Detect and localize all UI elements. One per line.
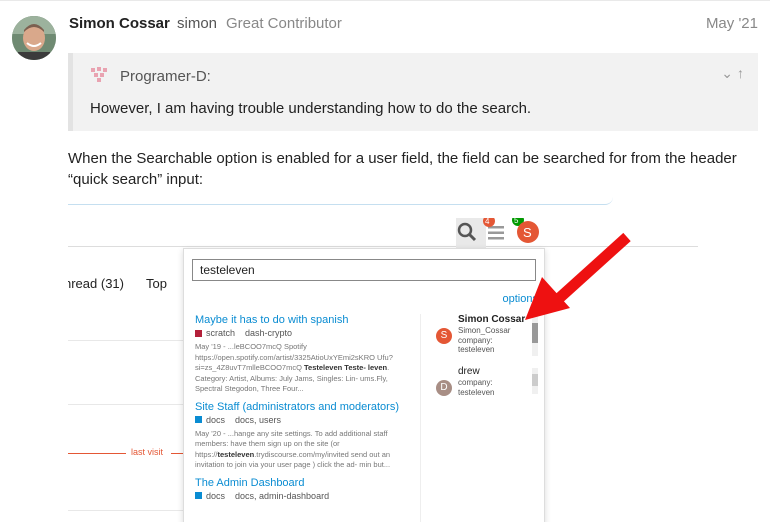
result-title[interactable]: The Admin Dashboard (195, 477, 407, 490)
category-name[interactable]: docs (206, 414, 225, 426)
category-color-badge (195, 416, 202, 423)
topic-row-divider (68, 340, 183, 341)
user-result-avatar: S (436, 328, 452, 344)
result-blurb: May '19 - ...leBCOO7mcQ Spotify https://… (195, 342, 407, 395)
user-result-name[interactable]: drew (458, 366, 480, 377)
result-category: docs docs, users (195, 414, 407, 426)
search-menu-panel: options Maybe it has to do with spanish … (183, 248, 545, 522)
quote-avatar-icon (91, 67, 107, 82)
scrollbar-thumb[interactable] (532, 374, 538, 386)
user-field-label: company: (458, 378, 493, 387)
nav-top[interactable]: Top (146, 276, 167, 291)
result-tags[interactable]: docs, admin-dashboard (235, 490, 329, 502)
result-title[interactable]: Site Staff (administrators and moderator… (195, 401, 407, 414)
topic-row-divider (68, 510, 183, 511)
category-color-badge (195, 329, 202, 337)
result-blurb: May '20 - ...hange any site settings. To… (195, 429, 407, 471)
search-result[interactable]: Site Staff (administrators and moderator… (195, 401, 407, 471)
quote-text: However, I am having trouble understandi… (90, 100, 532, 117)
user-field-value: testeleven (458, 387, 495, 397)
notification-count: 4 (485, 217, 490, 226)
user-result[interactable]: D drew company: testeleven (436, 366, 541, 414)
user-result-scrollbar[interactable] (532, 368, 538, 394)
red-arrow-icon (525, 232, 631, 320)
blurb-highlight: Testeleven Teste- leven (304, 363, 388, 372)
last-visit-rule (171, 453, 183, 454)
search-input[interactable] (192, 259, 536, 281)
result-category: scratch dash-crypto (195, 327, 407, 339)
top-divider (0, 0, 770, 1)
last-visit-label: last visit (131, 447, 164, 457)
quote-block: Programer-D: ⌄↑ However, I am having tro… (68, 53, 758, 131)
post-username[interactable]: Simon Cossar (69, 15, 170, 32)
category-name[interactable]: docs (206, 490, 225, 502)
message-count: 5 (514, 216, 519, 225)
user-results-list: S Simon Cossar Simon_Cossar company: tes… (420, 314, 541, 522)
search-result[interactable]: The Admin Dashboard docs docs, admin-das… (195, 477, 407, 502)
expand-quote-icon[interactable]: ⌄ (721, 65, 737, 81)
category-color-badge (195, 492, 202, 499)
user-result-details: Simon_Cossar company: testeleven (458, 326, 510, 355)
go-to-quoted-post-icon[interactable]: ↑ (737, 65, 748, 81)
blurb-highlight: testeleven (217, 449, 255, 459)
post-date[interactable]: May '21 (706, 15, 758, 32)
quote-author: Programer-D: (120, 68, 211, 85)
user-title: Great Contributor (226, 15, 342, 32)
hamburger-icon (488, 226, 504, 240)
avatar-photo (12, 16, 56, 60)
result-title[interactable]: Maybe it has to do with spanish (195, 314, 407, 327)
search-results-list: Maybe it has to do with spanish scratch … (195, 314, 407, 502)
quote-controls: ⌄↑ (721, 65, 748, 82)
nav-unread[interactable]: nread (31) (68, 276, 124, 291)
post-body: When the Searchable option is enabled fo… (68, 150, 737, 188)
topic-row-divider (68, 404, 183, 405)
result-tags[interactable]: dash-crypto (245, 327, 292, 339)
last-visit-rule (68, 453, 126, 454)
category-name[interactable]: scratch (206, 327, 235, 339)
result-tags[interactable]: docs, users (235, 414, 281, 426)
user-field-value: testeleven (458, 345, 495, 354)
user-result-username: Simon_Cossar (458, 326, 511, 335)
user-field-label: company: (458, 335, 493, 345)
screenshot-header-edge (68, 194, 613, 205)
search-result[interactable]: Maybe it has to do with spanish scratch … (195, 314, 407, 395)
avatar[interactable] (12, 16, 56, 60)
post-handle: simon (177, 15, 218, 32)
user-result-avatar: D (436, 380, 452, 396)
result-category: docs docs, admin-dashboard (195, 490, 407, 502)
user-result-details: company: testeleven (458, 378, 494, 397)
